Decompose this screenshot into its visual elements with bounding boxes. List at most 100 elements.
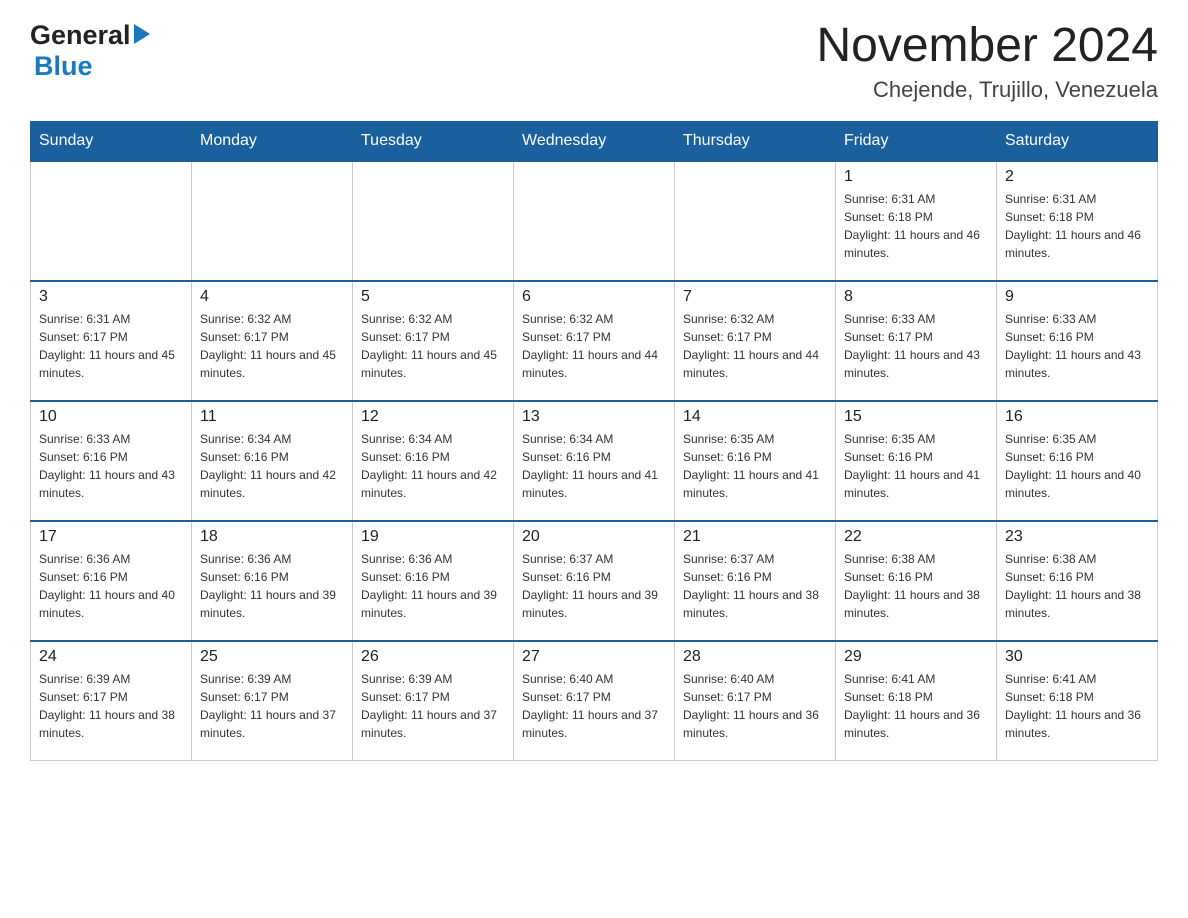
- page-header: General Blue November 2024 Chejende, Tru…: [30, 20, 1158, 103]
- calendar-cell: 15 Sunrise: 6:35 AM Sunset: 6:16 PM Dayli…: [836, 401, 997, 521]
- calendar-cell: [353, 161, 514, 281]
- day-info: Sunrise: 6:33 AM Sunset: 6:17 PM Dayligh…: [844, 310, 988, 382]
- day-number: 23: [1005, 528, 1149, 546]
- calendar-cell: [675, 161, 836, 281]
- calendar-week-row: 1 Sunrise: 6:31 AM Sunset: 6:18 PM Daylig…: [31, 161, 1158, 281]
- calendar-header-tuesday: Tuesday: [353, 121, 514, 161]
- calendar-cell: 7 Sunrise: 6:32 AM Sunset: 6:17 PM Daylig…: [675, 281, 836, 401]
- day-number: 24: [39, 648, 183, 666]
- day-info: Sunrise: 6:36 AM Sunset: 6:16 PM Dayligh…: [200, 550, 344, 622]
- calendar-cell: 3Sunrise: 6:31 AM Sunset: 6:17 PM Daylig…: [31, 281, 192, 401]
- day-info: Sunrise: 6:39 AM Sunset: 6:17 PM Dayligh…: [39, 670, 183, 742]
- day-info: Sunrise: 6:32 AM Sunset: 6:17 PM Dayligh…: [361, 310, 505, 382]
- day-info: Sunrise: 6:35 AM Sunset: 6:16 PM Dayligh…: [1005, 430, 1149, 502]
- calendar-table: SundayMondayTuesdayWednesdayThursdayFrid…: [30, 121, 1158, 762]
- day-number: 4: [200, 288, 344, 306]
- day-info: Sunrise: 6:32 AM Sunset: 6:17 PM Dayligh…: [683, 310, 827, 382]
- day-number: 28: [683, 648, 827, 666]
- day-info: Sunrise: 6:40 AM Sunset: 6:17 PM Dayligh…: [683, 670, 827, 742]
- day-info: Sunrise: 6:39 AM Sunset: 6:17 PM Dayligh…: [200, 670, 344, 742]
- calendar-header-row: SundayMondayTuesdayWednesdayThursdayFrid…: [31, 121, 1158, 161]
- logo-arrow-icon: [134, 24, 150, 49]
- logo: General Blue: [30, 20, 150, 82]
- day-number: 26: [361, 648, 505, 666]
- calendar-header-wednesday: Wednesday: [514, 121, 675, 161]
- calendar-cell: [31, 161, 192, 281]
- day-info: Sunrise: 6:38 AM Sunset: 6:16 PM Dayligh…: [1005, 550, 1149, 622]
- day-number: 16: [1005, 408, 1149, 426]
- day-number: 20: [522, 528, 666, 546]
- day-info: Sunrise: 6:38 AM Sunset: 6:16 PM Dayligh…: [844, 550, 988, 622]
- day-number: 7: [683, 288, 827, 306]
- calendar-week-row: 10 Sunrise: 6:33 AM Sunset: 6:16 PM Dayli…: [31, 401, 1158, 521]
- calendar-header-thursday: Thursday: [675, 121, 836, 161]
- calendar-cell: 5 Sunrise: 6:32 AM Sunset: 6:17 PM Daylig…: [353, 281, 514, 401]
- calendar-cell: 12 Sunrise: 6:34 AM Sunset: 6:16 PM Dayli…: [353, 401, 514, 521]
- calendar-cell: 26Sunrise: 6:39 AM Sunset: 6:17 PM Dayli…: [353, 641, 514, 761]
- day-info: Sunrise: 6:35 AM Sunset: 6:16 PM Dayligh…: [683, 430, 827, 502]
- logo-general-text: General: [30, 20, 131, 51]
- day-number: 15: [844, 408, 988, 426]
- calendar-cell: 2Sunrise: 6:31 AM Sunset: 6:18 PM Daylig…: [997, 161, 1158, 281]
- day-info: Sunrise: 6:37 AM Sunset: 6:16 PM Dayligh…: [522, 550, 666, 622]
- calendar-cell: 4 Sunrise: 6:32 AM Sunset: 6:17 PM Daylig…: [192, 281, 353, 401]
- day-info: Sunrise: 6:32 AM Sunset: 6:17 PM Dayligh…: [200, 310, 344, 382]
- day-number: 30: [1005, 648, 1149, 666]
- day-number: 5: [361, 288, 505, 306]
- calendar-cell: 23 Sunrise: 6:38 AM Sunset: 6:16 PM Dayli…: [997, 521, 1158, 641]
- calendar-cell: 27 Sunrise: 6:40 AM Sunset: 6:17 PM Dayli…: [514, 641, 675, 761]
- day-number: 27: [522, 648, 666, 666]
- day-info: Sunrise: 6:36 AM Sunset: 6:16 PM Dayligh…: [361, 550, 505, 622]
- calendar-cell: 17Sunrise: 6:36 AM Sunset: 6:16 PM Dayli…: [31, 521, 192, 641]
- day-number: 12: [361, 408, 505, 426]
- day-info: Sunrise: 6:35 AM Sunset: 6:16 PM Dayligh…: [844, 430, 988, 502]
- page-title: November 2024: [816, 20, 1158, 73]
- calendar-cell: 10 Sunrise: 6:33 AM Sunset: 6:16 PM Dayli…: [31, 401, 192, 521]
- day-info: Sunrise: 6:34 AM Sunset: 6:16 PM Dayligh…: [200, 430, 344, 502]
- calendar-cell: 16 Sunrise: 6:35 AM Sunset: 6:16 PM Dayli…: [997, 401, 1158, 521]
- calendar-cell: 30 Sunrise: 6:41 AM Sunset: 6:18 PM Dayli…: [997, 641, 1158, 761]
- day-info: Sunrise: 6:32 AM Sunset: 6:17 PM Dayligh…: [522, 310, 666, 382]
- day-number: 9: [1005, 288, 1149, 306]
- calendar-header-friday: Friday: [836, 121, 997, 161]
- calendar-cell: [192, 161, 353, 281]
- day-number: 10: [39, 408, 183, 426]
- day-number: 25: [200, 648, 344, 666]
- calendar-cell: 8 Sunrise: 6:33 AM Sunset: 6:17 PM Daylig…: [836, 281, 997, 401]
- day-info: Sunrise: 6:40 AM Sunset: 6:17 PM Dayligh…: [522, 670, 666, 742]
- day-number: 8: [844, 288, 988, 306]
- calendar-cell: 13Sunrise: 6:34 AM Sunset: 6:16 PM Dayli…: [514, 401, 675, 521]
- calendar-cell: 22Sunrise: 6:38 AM Sunset: 6:16 PM Dayli…: [836, 521, 997, 641]
- calendar-cell: 14 Sunrise: 6:35 AM Sunset: 6:16 PM Dayli…: [675, 401, 836, 521]
- day-number: 13: [522, 408, 666, 426]
- calendar-cell: 24 Sunrise: 6:39 AM Sunset: 6:17 PM Dayli…: [31, 641, 192, 761]
- calendar-cell: 21Sunrise: 6:37 AM Sunset: 6:16 PM Dayli…: [675, 521, 836, 641]
- calendar-cell: 29 Sunrise: 6:41 AM Sunset: 6:18 PM Dayli…: [836, 641, 997, 761]
- page-subtitle: Chejende, Trujillo, Venezuela: [816, 77, 1158, 103]
- day-info: Sunrise: 6:31 AM Sunset: 6:18 PM Dayligh…: [844, 190, 988, 262]
- calendar-cell: [514, 161, 675, 281]
- calendar-cell: 18Sunrise: 6:36 AM Sunset: 6:16 PM Dayli…: [192, 521, 353, 641]
- day-number: 19: [361, 528, 505, 546]
- title-block: November 2024 Chejende, Trujillo, Venezu…: [816, 20, 1158, 103]
- calendar-cell: 6 Sunrise: 6:32 AM Sunset: 6:17 PM Daylig…: [514, 281, 675, 401]
- day-number: 3: [39, 288, 183, 306]
- calendar-cell: 28 Sunrise: 6:40 AM Sunset: 6:17 PM Dayli…: [675, 641, 836, 761]
- calendar-cell: 19 Sunrise: 6:36 AM Sunset: 6:16 PM Dayli…: [353, 521, 514, 641]
- day-info: Sunrise: 6:33 AM Sunset: 6:16 PM Dayligh…: [1005, 310, 1149, 382]
- calendar-cell: 20 Sunrise: 6:37 AM Sunset: 6:16 PM Dayli…: [514, 521, 675, 641]
- calendar-week-row: 17Sunrise: 6:36 AM Sunset: 6:16 PM Dayli…: [31, 521, 1158, 641]
- day-number: 6: [522, 288, 666, 306]
- day-number: 1: [844, 168, 988, 186]
- day-number: 2: [1005, 168, 1149, 186]
- day-info: Sunrise: 6:33 AM Sunset: 6:16 PM Dayligh…: [39, 430, 183, 502]
- calendar-header-sunday: Sunday: [31, 121, 192, 161]
- day-info: Sunrise: 6:34 AM Sunset: 6:16 PM Dayligh…: [361, 430, 505, 502]
- day-info: Sunrise: 6:41 AM Sunset: 6:18 PM Dayligh…: [844, 670, 988, 742]
- calendar-header-monday: Monday: [192, 121, 353, 161]
- logo-blue-text: Blue: [34, 51, 93, 82]
- day-number: 29: [844, 648, 988, 666]
- day-info: Sunrise: 6:41 AM Sunset: 6:18 PM Dayligh…: [1005, 670, 1149, 742]
- calendar-cell: 1 Sunrise: 6:31 AM Sunset: 6:18 PM Daylig…: [836, 161, 997, 281]
- day-number: 14: [683, 408, 827, 426]
